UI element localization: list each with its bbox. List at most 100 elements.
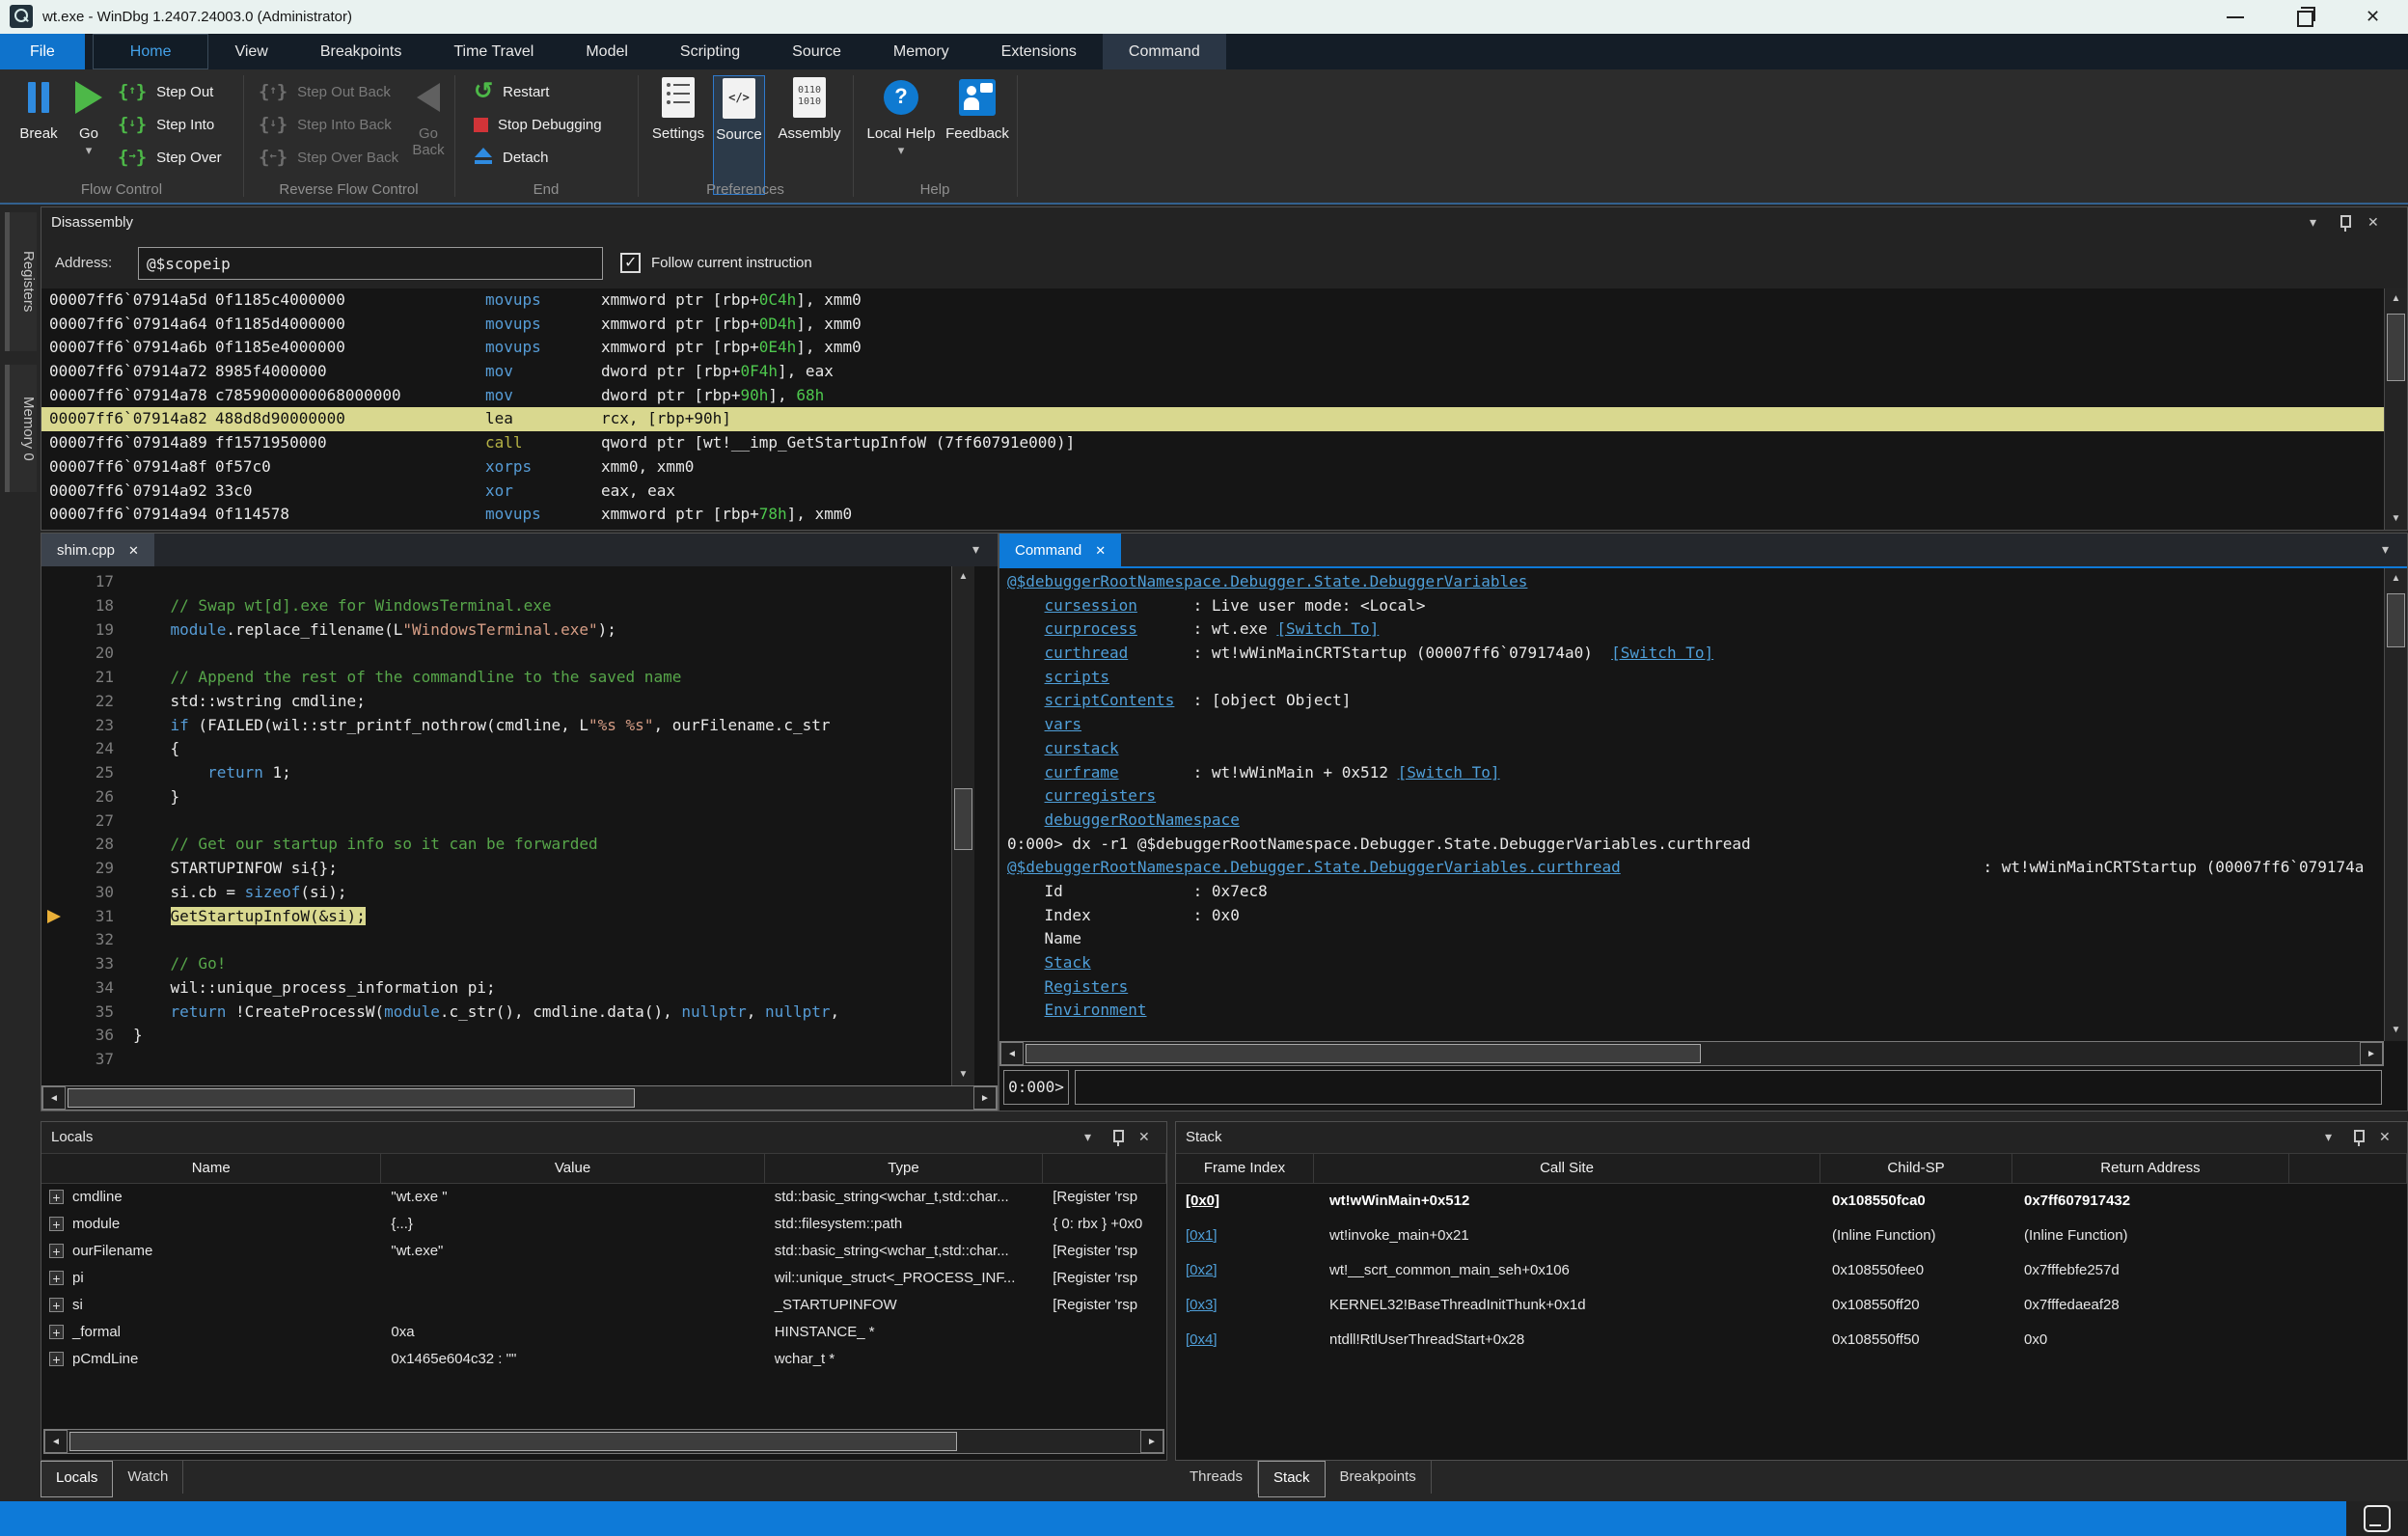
scroll-up-icon[interactable] (952, 566, 974, 588)
source-line[interactable]: 22 std::wstring cmdline; (41, 690, 974, 714)
feedback-button[interactable]: Feedback (942, 75, 1013, 142)
dx-link[interactable]: vars (1045, 715, 1082, 733)
stack-frame-row[interactable]: [0x3]KERNEL32!BaseThreadInitThunk+0x1d0x… (1176, 1288, 2407, 1323)
disasm-line[interactable]: 00007ff6`07914a640f1185d4000000movupsxmm… (41, 313, 2384, 337)
source-line[interactable]: 28 // Get our startup info so it can be … (41, 833, 974, 857)
source-button[interactable]: Source (713, 75, 765, 195)
scrollbar-thumb[interactable] (69, 1432, 957, 1451)
dx-link[interactable]: [Switch To] (1398, 763, 1500, 782)
dx-link[interactable]: @$debuggerRootNamespace.Debugger.State.D… (1007, 858, 1621, 876)
command-hscrollbar[interactable] (999, 1041, 2384, 1066)
close-tab-icon[interactable] (128, 542, 139, 559)
scrollbar-thumb[interactable] (1026, 1044, 1701, 1063)
restore-button[interactable] (2283, 0, 2327, 34)
source-line[interactable]: 31 GetStartupInfoW(&si); (41, 905, 974, 929)
dx-link[interactable]: [Switch To] (1276, 619, 1379, 638)
step-into-back-button[interactable]: {↓}Step Into Back (253, 108, 405, 141)
dx-link[interactable]: debuggerRootNamespace (1045, 810, 1240, 829)
go-button[interactable]: Go (68, 75, 110, 159)
tool-tab-stack[interactable]: Stack (1258, 1461, 1326, 1497)
dx-link[interactable]: [Switch To] (1611, 644, 1713, 662)
source-line[interactable]: 37 (41, 1048, 974, 1072)
dx-link[interactable]: scriptContents (1045, 691, 1175, 709)
scroll-left-icon[interactable] (44, 1430, 68, 1453)
stop-debugging-button[interactable]: Stop Debugging (468, 108, 632, 141)
break-button[interactable]: Break (14, 75, 64, 142)
step-into-button[interactable]: {↓}Step Into (112, 108, 241, 141)
scroll-right-icon[interactable] (973, 1086, 997, 1110)
detach-button[interactable]: Detach (468, 141, 632, 174)
frame-index-link[interactable]: [0x3] (1186, 1297, 1218, 1313)
stack-frame-row[interactable]: [0x2]wt!__scrt_common_main_seh+0x1060x10… (1176, 1253, 2407, 1288)
close-icon[interactable] (1136, 1129, 1155, 1146)
scrollbar-thumb[interactable] (954, 788, 972, 850)
stack-column-return-address[interactable]: Return Address (2012, 1154, 2289, 1183)
go-back-button[interactable]: Go Back (405, 75, 452, 158)
locals-row-pi[interactable]: piwil::unique_struct<_PROCESS_INF...[Reg… (41, 1265, 1166, 1292)
locals-column-value[interactable]: Value (381, 1154, 764, 1183)
frame-index-link[interactable]: [0x4] (1186, 1331, 1218, 1348)
locals-column-type[interactable]: Type (765, 1154, 1044, 1183)
menu-item-view[interactable]: View (208, 34, 293, 69)
menu-item-memory[interactable]: Memory (867, 34, 975, 69)
scroll-left-icon[interactable] (42, 1086, 66, 1110)
settings-button[interactable]: Settings (647, 75, 709, 142)
chevron-down-icon[interactable] (1081, 1129, 1101, 1146)
menu-item-model[interactable]: Model (560, 34, 654, 69)
local-help-caret[interactable] (898, 142, 905, 158)
stack-column-child-sp[interactable]: Child-SP (1820, 1154, 2012, 1183)
source-line[interactable]: 33 // Go! (41, 952, 974, 976)
pin-icon[interactable] (2336, 214, 2355, 232)
scrollbar-thumb[interactable] (2387, 593, 2405, 647)
disassembly-vscrollbar[interactable] (2384, 288, 2407, 530)
tool-tab-threads[interactable]: Threads (1175, 1461, 1258, 1494)
scrollbar-thumb[interactable] (68, 1088, 635, 1108)
dx-link[interactable]: Stack (1045, 953, 1091, 972)
disasm-line[interactable]: 00007ff6`07914a8f0f57c0xorpsxmm0, xmm0 (41, 455, 2384, 480)
chevron-down-icon[interactable] (2307, 214, 2326, 232)
source-line[interactable]: 30 si.cb = sizeof(si); (41, 881, 974, 905)
expand-icon[interactable] (49, 1190, 64, 1204)
source-vscrollbar[interactable] (951, 566, 974, 1085)
chevron-down-icon[interactable] (2322, 1129, 2341, 1146)
tab-shim-cpp[interactable]: shim.cpp (41, 534, 154, 566)
disasm-line[interactable]: 00007ff6`07914a728985f4000000movdword pt… (41, 360, 2384, 384)
source-line[interactable]: 26 } (41, 785, 974, 809)
scroll-down-icon[interactable] (2385, 508, 2407, 530)
disasm-line[interactable]: 00007ff6`07914a6b0f1185e4000000movupsxmm… (41, 336, 2384, 360)
restart-button[interactable]: ↺Restart (468, 75, 632, 108)
dx-link[interactable]: curthread (1045, 644, 1129, 662)
stack-frame-row[interactable]: [0x1]wt!invoke_main+0x21(Inline Function… (1176, 1219, 2407, 1253)
menu-item-time-travel[interactable]: Time Travel (427, 34, 560, 69)
frame-index-link[interactable]: [0x0] (1186, 1193, 1219, 1209)
chevron-down-icon[interactable] (972, 541, 990, 559)
dx-link[interactable]: curregisters (1045, 786, 1157, 805)
disasm-line[interactable]: 00007ff6`07914a940f114578movupsxmmword p… (41, 503, 2384, 527)
assembly-button[interactable]: Assembly (769, 75, 850, 142)
scroll-down-icon[interactable] (952, 1064, 974, 1085)
minimize-button[interactable] (2213, 0, 2258, 34)
chevron-down-icon[interactable] (2382, 541, 2399, 559)
close-button[interactable] (2352, 0, 2396, 34)
stack-frame-row[interactable]: [0x4]ntdll!RtlUserThreadStart+0x280x1085… (1176, 1323, 2407, 1358)
source-line[interactable]: 32 (41, 928, 974, 952)
source-line[interactable]: 17 (41, 570, 974, 594)
pin-icon[interactable] (1108, 1129, 1128, 1146)
menu-item-extensions[interactable]: Extensions (975, 34, 1103, 69)
menu-item-command[interactable]: Command (1103, 34, 1226, 69)
source-line[interactable]: 27 (41, 809, 974, 834)
locals-column-name[interactable]: Name (41, 1154, 381, 1183)
console-icon[interactable] (2364, 1505, 2391, 1532)
source-line[interactable]: 18 // Swap wt[d].exe for WindowsTerminal… (41, 594, 974, 618)
scroll-up-icon[interactable] (2385, 568, 2407, 590)
scroll-down-icon[interactable] (2385, 1020, 2407, 1041)
scroll-right-icon[interactable] (2360, 1042, 2383, 1065)
tool-tab-breakpoints[interactable]: Breakpoints (1326, 1461, 1432, 1494)
expand-icon[interactable] (49, 1352, 64, 1366)
dx-link[interactable]: curprocess (1045, 619, 1137, 638)
locals-row-formal[interactable]: _formal0xaHINSTANCE_ * (41, 1319, 1166, 1346)
dx-link[interactable]: Environment (1045, 1001, 1147, 1019)
source-line[interactable]: 23 if (FAILED(wil::str_printf_nothrow(cm… (41, 714, 974, 738)
dx-link[interactable]: scripts (1045, 668, 1109, 686)
expand-icon[interactable] (49, 1244, 64, 1258)
